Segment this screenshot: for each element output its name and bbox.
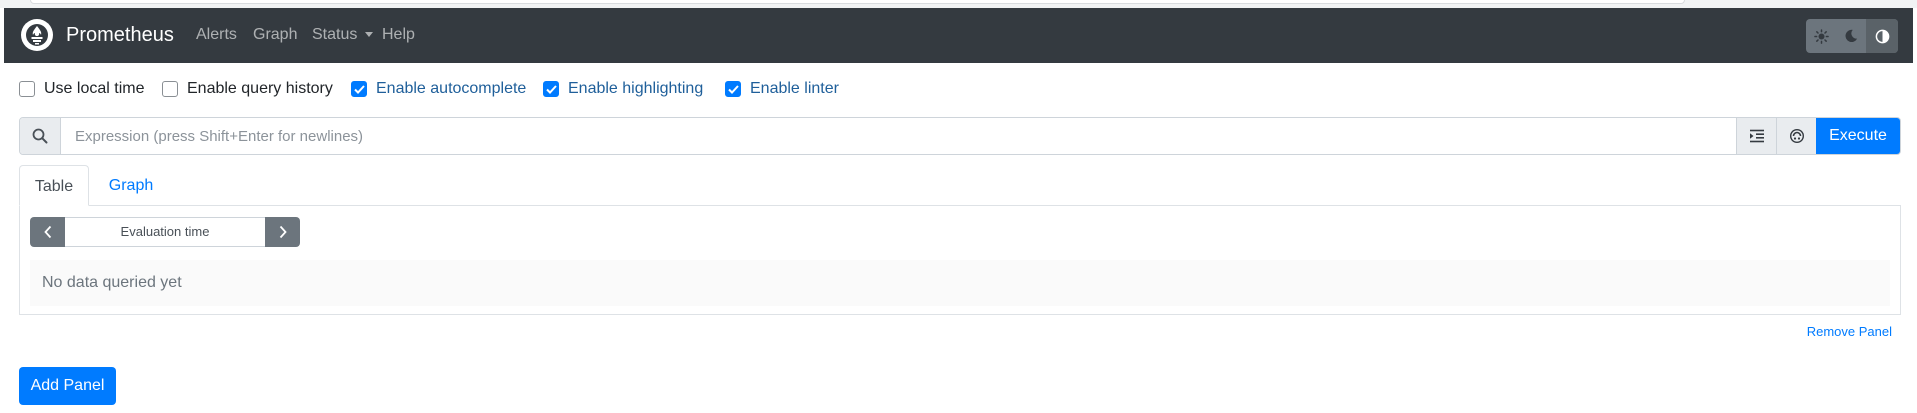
nav-alerts[interactable]: Alerts	[196, 25, 237, 45]
checkbox-enable-highlighting[interactable]	[543, 81, 559, 97]
option-label: Enable query history	[187, 80, 333, 97]
option-enable-query-history[interactable]: Enable query history	[162, 80, 333, 98]
checkbox-use-local-time[interactable]	[19, 81, 35, 97]
nav-status-dropdown[interactable]: Status	[312, 25, 373, 45]
theme-toggle-group	[1806, 19, 1898, 53]
nav-help[interactable]: Help	[382, 25, 415, 45]
expression-bar: Execute	[19, 117, 1901, 155]
evaluation-time-input[interactable]: Evaluation time	[65, 217, 265, 247]
option-label: Use local time	[44, 80, 145, 97]
search-icon	[20, 118, 61, 154]
top-navbar: Prometheus Alerts Graph Status Help	[4, 8, 1913, 63]
contrast-icon[interactable]	[1866, 19, 1898, 53]
moon-icon[interactable]	[1836, 19, 1866, 53]
tab-table[interactable]: Table	[19, 165, 89, 206]
option-enable-highlighting[interactable]: Enable highlighting	[543, 80, 703, 98]
checkbox-enable-autocomplete[interactable]	[351, 81, 367, 97]
execute-button[interactable]: Execute	[1816, 118, 1900, 154]
caret-down-icon	[364, 32, 373, 38]
chevron-right-icon[interactable]	[265, 217, 300, 247]
table-panel: Evaluation time No data queried yet	[19, 205, 1901, 315]
option-label: Enable autocomplete	[376, 80, 527, 97]
metrics-explorer-icon[interactable]	[1776, 118, 1816, 154]
empty-state-message: No data queried yet	[30, 260, 1890, 306]
brand-title[interactable]: Prometheus	[66, 23, 174, 47]
evaluation-time-control: Evaluation time	[30, 217, 300, 247]
format-expression-icon[interactable]	[1736, 118, 1776, 154]
option-use-local-time[interactable]: Use local time	[19, 80, 144, 98]
browser-top-strip	[0, 0, 1917, 8]
remove-panel-link[interactable]: Remove Panel	[1807, 324, 1892, 339]
checkbox-enable-query-history[interactable]	[162, 81, 178, 97]
add-panel-button[interactable]: Add Panel	[19, 367, 116, 405]
address-bar-edge	[30, 0, 1685, 4]
option-enable-autocomplete[interactable]: Enable autocomplete	[351, 80, 526, 98]
chevron-left-icon[interactable]	[30, 217, 65, 247]
tab-graph[interactable]: Graph	[89, 165, 173, 206]
option-label: Enable linter	[750, 80, 839, 97]
nav-graph[interactable]: Graph	[253, 25, 297, 45]
nav-status-label: Status	[312, 26, 358, 43]
sun-icon[interactable]	[1806, 19, 1836, 53]
checkbox-enable-linter[interactable]	[725, 81, 741, 97]
prometheus-logo[interactable]	[21, 19, 53, 51]
option-label: Enable highlighting	[568, 80, 704, 97]
option-enable-linter[interactable]: Enable linter	[725, 80, 839, 98]
expression-input[interactable]	[61, 118, 1736, 154]
